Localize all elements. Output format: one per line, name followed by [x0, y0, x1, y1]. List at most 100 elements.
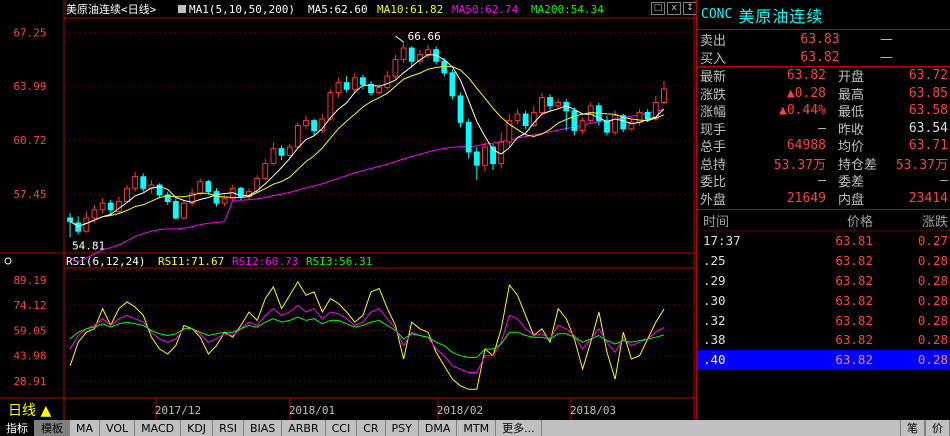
quote-row: 现手 — 昨收 63.54 — [697, 120, 950, 138]
kline-chart[interactable]: 67.25 63.99 60.72 57.45 89.19 74.12 59.05 43.9… — [0, 0, 695, 420]
tick-time: .25 — [703, 253, 726, 269]
indicator-tab[interactable]: MTM — [457, 420, 497, 436]
quote-value: 63.85 — [908, 85, 948, 101]
candle-body — [124, 187, 130, 203]
indicator-tab[interactable]: VOL — [100, 420, 136, 436]
tick-price: 63.82 — [835, 272, 873, 288]
y-tick-label: 43.98 — [13, 350, 46, 363]
candle — [392, 54, 399, 80]
candle-body — [107, 202, 114, 211]
candle-body — [514, 113, 521, 122]
panel-tab[interactable]: 笔 — [900, 420, 925, 436]
indicator-tab[interactable]: BIAS — [244, 420, 283, 436]
candle-body — [538, 97, 545, 113]
quote-value: 63.58 — [908, 103, 948, 119]
ma10-path — [69, 65, 665, 227]
tick-change: 0.28 — [917, 312, 948, 328]
indicator-toggle-icon[interactable] — [178, 5, 186, 13]
candle-body — [286, 146, 293, 156]
candle — [563, 99, 570, 131]
candle-body — [99, 202, 106, 211]
y-tick-label: 74.12 — [13, 299, 46, 312]
tick-price: 63.82 — [835, 292, 873, 308]
indicator-tab[interactable]: MA — [70, 420, 101, 436]
tick-row[interactable]: .29 63.82 0.28 — [697, 271, 950, 291]
chart-area[interactable]: 67.25 63.99 60.72 57.45 89.19 74.12 59.05 43.9… — [0, 0, 697, 420]
candle-body — [465, 121, 472, 153]
indicator-tab[interactable]: PSY — [386, 420, 419, 436]
tick-table-header: 时间 价格 涨跌 — [697, 210, 950, 231]
tick-row[interactable]: .32 63.82 0.28 — [697, 310, 950, 330]
candle-body — [571, 110, 578, 132]
y-tick-label: 89.19 — [13, 274, 46, 287]
panel-tab[interactable]: 价 — [925, 420, 950, 436]
tick-row[interactable]: .30 63.82 0.28 — [697, 290, 950, 310]
period-selector[interactable]: 日线 ▲ — [8, 400, 51, 420]
quote-label: 最新 — [700, 70, 727, 86]
candle — [465, 119, 472, 159]
indicator-tab[interactable]: 更多... — [496, 420, 542, 436]
tick-row[interactable]: 17:37 63.81 0.27 — [697, 231, 950, 251]
candle-body — [67, 217, 74, 222]
quote-value: 63.54 — [908, 120, 948, 136]
quote-label: 持仓差 — [838, 157, 878, 173]
candle-body — [75, 222, 82, 232]
candle-body — [205, 181, 212, 193]
quote-row: 总持 53.37万 持仓差 53.37万 — [697, 155, 950, 173]
rsi2-value: RSI2:60.73 — [232, 255, 298, 268]
quote-label: 总手 — [700, 140, 727, 156]
indicator-tab[interactable]: RSI — [213, 420, 244, 436]
candle-body — [482, 146, 488, 166]
tick-price: 63.82 — [835, 253, 873, 269]
tick-list[interactable]: 17:37 63.81 0.27.25 63.82 0.28.29 63.82 0.28.3… — [697, 231, 950, 370]
indicator-tab[interactable]: KDJ — [181, 420, 214, 436]
candle — [449, 69, 456, 100]
candle — [156, 183, 163, 199]
tick-change: 0.27 — [917, 233, 948, 249]
tick-change: 0.28 — [917, 272, 948, 288]
quote-label: 涨幅 — [700, 105, 727, 121]
close-icon[interactable]: x — [667, 2, 681, 15]
candle-body — [425, 49, 431, 56]
candle — [506, 114, 513, 148]
rsi-settings-icon[interactable] — [4, 257, 12, 265]
indicator-tab[interactable]: 指标 — [0, 420, 35, 436]
ma-label: MA1(5,10,50,200) — [189, 3, 295, 16]
instrument-code: CONC — [701, 7, 733, 22]
scroll-icon[interactable]: ↕ — [683, 2, 697, 15]
candle-body — [311, 120, 318, 132]
candle — [270, 142, 277, 166]
x-axis-labels: 2017/12 2018/01 2018/02 2018/03 — [155, 398, 616, 420]
quote-label: 内盘 — [838, 192, 865, 208]
tick-row[interactable]: .25 63.82 0.28 — [697, 251, 950, 271]
indicator-tab[interactable]: ARBR — [282, 420, 326, 436]
tick-row[interactable]: .40 63.82 0.28 — [697, 349, 950, 370]
quote-value: 21649 — [786, 190, 826, 206]
quote-value: 63.71 — [908, 138, 948, 154]
ask-row[interactable]: 卖出 63.83 — — [697, 30, 950, 49]
ma10-line — [69, 65, 665, 227]
quote-row: 外盘 21649 内盘 23414 — [697, 190, 950, 208]
tick-row[interactable]: .38 63.82 0.28 — [697, 330, 950, 350]
candle — [368, 81, 375, 96]
candle-body — [473, 151, 480, 166]
indicator-tab[interactable]: MACD — [135, 420, 182, 436]
indicator-tab[interactable]: CR — [357, 420, 386, 436]
tick-header-time: 时间 — [703, 214, 730, 230]
ask-volume: — — [880, 31, 893, 47]
candle — [124, 185, 130, 204]
candle-body — [408, 47, 415, 62]
indicator-tab[interactable]: 模板 — [35, 420, 70, 436]
quote-label: 均价 — [838, 140, 865, 156]
candle-body — [181, 202, 187, 219]
quote-label: 总持 — [700, 157, 727, 173]
restore-icon[interactable]: □ — [651, 2, 665, 15]
bid-row[interactable]: 买入 63.82 — — [697, 48, 950, 67]
indicator-tab[interactable]: DMA — [419, 420, 458, 436]
tick-time: .32 — [703, 312, 726, 328]
main-y-ticks: 67.25 63.99 60.72 57.45 — [13, 26, 46, 201]
y-tick-label: 60.72 — [13, 134, 46, 147]
indicator-tab[interactable]: CCI — [326, 420, 358, 436]
rsi-path — [69, 316, 665, 358]
candles[interactable] — [67, 35, 667, 238]
